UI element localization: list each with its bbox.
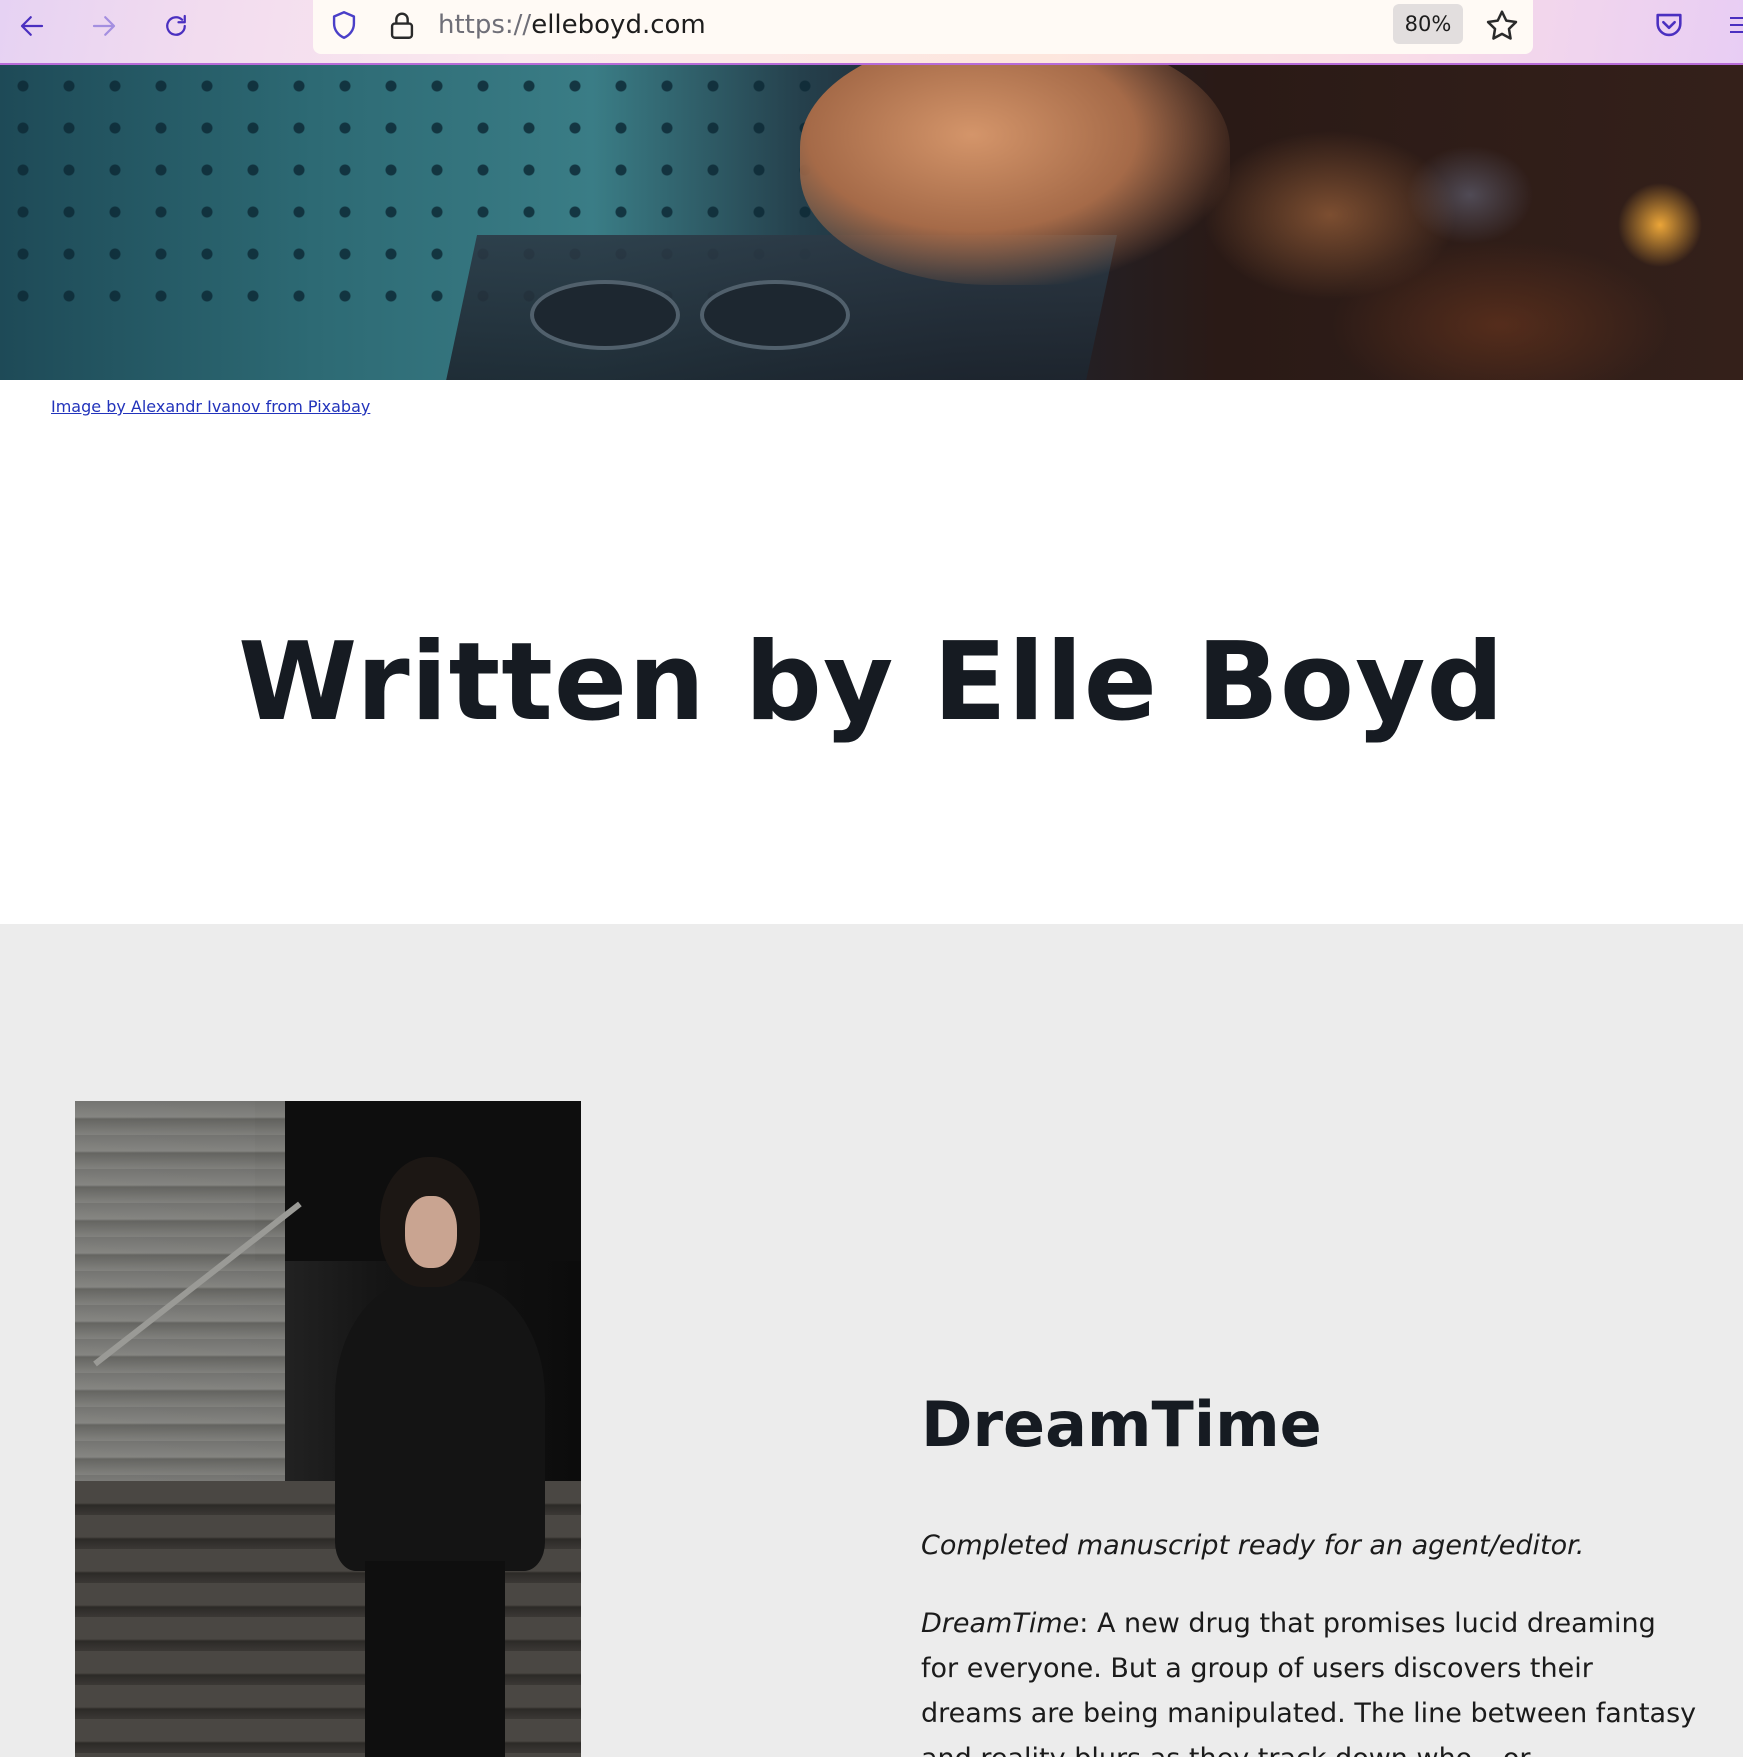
hero-hand: [800, 65, 1230, 285]
back-button[interactable]: [6, 6, 58, 46]
forward-button[interactable]: [78, 6, 130, 46]
book-title: DreamTime: [921, 1388, 1322, 1461]
photo-figure-legs: [365, 1561, 505, 1757]
url-text[interactable]: https://elleboyd.com: [438, 10, 706, 40]
photo-figure-jacket: [335, 1281, 545, 1571]
zoom-level-badge[interactable]: 80%: [1393, 4, 1463, 44]
book-cover-photo: [75, 1101, 581, 1757]
pocket-icon[interactable]: [1652, 8, 1686, 42]
shield-icon[interactable]: [327, 8, 361, 42]
hero-reel-left: [530, 280, 680, 350]
page-title: Written by Elle Boyd: [238, 620, 1505, 745]
forward-arrow-icon: [92, 16, 116, 36]
back-arrow-icon: [20, 16, 44, 36]
book-status: Completed manuscript ready for an agent/…: [921, 1530, 1585, 1561]
hero-reel-right: [700, 280, 850, 350]
reload-icon: [166, 14, 186, 36]
address-bar[interactable]: https://elleboyd.com 80%: [313, 0, 1533, 54]
book-description-title: DreamTime: [921, 1608, 1080, 1639]
reload-button[interactable]: [150, 6, 202, 46]
menu-icon[interactable]: [1726, 10, 1743, 40]
hero-image: [0, 65, 1743, 380]
star-icon[interactable]: [1483, 7, 1521, 45]
book-description: DreamTime: A new drug that promises luci…: [921, 1601, 1701, 1757]
url-scheme: https://: [438, 10, 532, 40]
image-credit-link[interactable]: Image by Alexandr Ivanov from Pixabay: [51, 397, 370, 416]
browser-toolbar: https://elleboyd.com 80%: [0, 0, 1743, 65]
photo-figure-face: [405, 1196, 457, 1268]
url-host: elleboyd.com: [531, 10, 706, 40]
lock-icon[interactable]: [385, 8, 419, 42]
